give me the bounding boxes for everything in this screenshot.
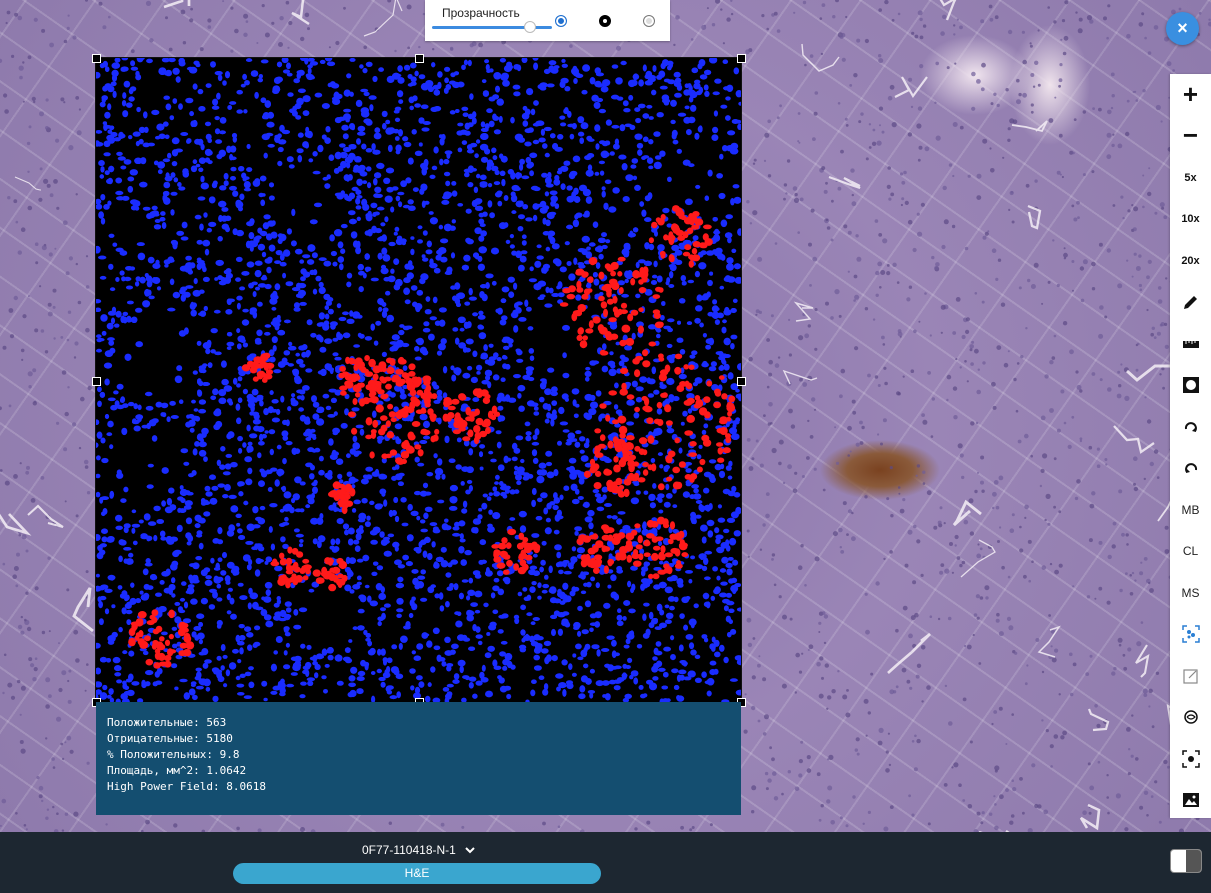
scan-cells-icon xyxy=(1181,624,1200,643)
rotate-counterclockwise-button[interactable] xyxy=(1170,447,1211,488)
cl-button[interactable]: CL xyxy=(1170,530,1211,571)
segmentation-mask xyxy=(96,58,741,702)
stain-selector[interactable]: H&E xyxy=(233,863,601,884)
mb-button[interactable]: MB xyxy=(1170,489,1211,530)
bottom-bar: 0F77-110418-N-1 H&E xyxy=(0,832,1211,893)
magnification-5x-button[interactable]: 5x xyxy=(1170,157,1211,198)
close-button[interactable]: × xyxy=(1166,12,1199,45)
resize-handle-right[interactable] xyxy=(737,377,746,386)
slide-id: 0F77-110418-N-1 xyxy=(362,843,456,857)
stat-hpf: High Power Field: 8.0618 xyxy=(107,780,266,793)
draw-pencil-button[interactable] xyxy=(1170,281,1211,322)
circle-square-icon xyxy=(1182,376,1199,393)
measure-ruler-button[interactable] xyxy=(1170,323,1211,364)
focus-frame-icon xyxy=(1181,749,1200,768)
ruler-icon xyxy=(1182,340,1199,348)
rotate-ccw-icon xyxy=(1184,462,1197,473)
segmentation-overlay[interactable] xyxy=(95,57,742,703)
annotation-edit-button[interactable] xyxy=(1170,655,1211,696)
resize-handle-top-right[interactable] xyxy=(737,54,746,63)
stat-area: Площадь, мм^2: 1.0642 xyxy=(107,764,247,777)
resize-handle-top-left[interactable] xyxy=(92,54,101,63)
split-view-toggle[interactable] xyxy=(1170,849,1202,873)
edit-box-icon xyxy=(1182,668,1198,684)
slide-selector[interactable]: 0F77-110418-N-1 xyxy=(362,843,475,857)
right-toolbar: + − 5x 10x 20x MB CL MS xyxy=(1170,74,1211,818)
brain-icon xyxy=(1183,709,1198,724)
circle-tool-button[interactable] xyxy=(1170,364,1211,405)
rotate-clockwise-button[interactable] xyxy=(1170,406,1211,447)
snapshot-button[interactable] xyxy=(1170,779,1211,820)
image-icon xyxy=(1182,792,1199,807)
analysis-stats-panel: Положительные: 563 Отрицательные: 5180 %… xyxy=(96,702,741,815)
magnification-20x-button[interactable]: 20x xyxy=(1170,240,1211,281)
chevron-down-icon xyxy=(465,843,475,857)
stat-negative: Отрицательные: 5180 xyxy=(107,732,233,745)
overlay-mode-color-radio[interactable] xyxy=(555,15,567,27)
zoom-out-button[interactable]: − xyxy=(1170,115,1211,156)
stat-positive: Положительные: 563 xyxy=(107,716,227,729)
rotate-cw-icon xyxy=(1184,421,1197,432)
pencil-icon xyxy=(1183,295,1197,309)
resize-handle-left[interactable] xyxy=(92,377,101,386)
opacity-slider-thumb[interactable] xyxy=(523,21,536,33)
resize-handle-top[interactable] xyxy=(415,54,424,63)
stat-percent-positive: % Положительных: 9.8 xyxy=(107,748,240,761)
cell-detection-button[interactable] xyxy=(1170,613,1211,654)
ai-analysis-button[interactable] xyxy=(1170,696,1211,737)
magnification-10x-button[interactable]: 10x xyxy=(1170,198,1211,239)
opacity-panel: Прозрачность xyxy=(425,0,670,41)
zoom-in-button[interactable]: + xyxy=(1170,74,1211,115)
opacity-label: Прозрачность xyxy=(442,6,520,20)
region-detect-button[interactable] xyxy=(1170,738,1211,779)
ms-button[interactable]: MS xyxy=(1170,572,1211,613)
overlay-mode-black-radio[interactable] xyxy=(599,15,611,27)
overlay-mode-grey-radio[interactable] xyxy=(643,15,655,27)
